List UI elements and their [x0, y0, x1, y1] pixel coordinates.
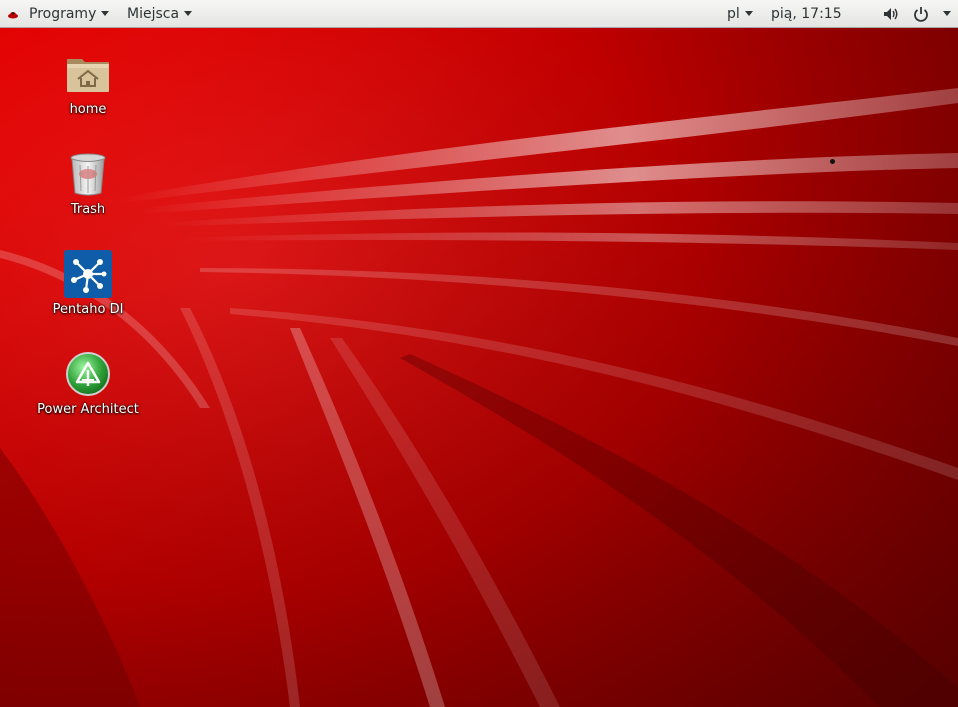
desktop-icon-pentaho-di[interactable]: Pentaho DI [28, 250, 148, 317]
clock-label: pią, 17:15 [771, 6, 842, 22]
desktop-icon-power-architect[interactable]: Power Architect [28, 350, 148, 417]
top-panel: Programy Miejsca pl pią, 17:15 [0, 0, 958, 28]
desktop-icon-label: home [69, 102, 107, 117]
keyboard-layout-menu[interactable]: pl [727, 0, 753, 28]
trash-icon [70, 153, 106, 196]
applications-menu[interactable]: Programy [29, 0, 110, 28]
desktop-screen: Programy Miejsca pl pią, 17:15 home Tras… [0, 0, 958, 707]
chevron-down-icon[interactable] [943, 11, 951, 16]
desktop-icon-trash[interactable]: Trash [28, 150, 148, 217]
clock[interactable]: pią, 17:15 [771, 0, 842, 28]
desktop-icon-label: Trash [70, 202, 106, 217]
chevron-down-icon [744, 11, 753, 16]
desktop-icon-label: Pentaho DI [52, 302, 124, 317]
places-menu[interactable]: Miejsca [127, 0, 193, 28]
pentaho-di-icon [64, 250, 112, 298]
desktop-icon-label: Power Architect [37, 402, 139, 417]
keyboard-layout-label: pl [727, 6, 740, 22]
power-architect-icon [66, 352, 110, 396]
desktop-icon-home[interactable]: home [28, 50, 148, 117]
chevron-down-icon [101, 11, 110, 16]
redhat-logo-icon [8, 12, 18, 19]
volume-icon[interactable] [883, 6, 899, 22]
applications-menu-label: Programy [29, 6, 97, 22]
chevron-down-icon [184, 11, 193, 16]
power-icon[interactable] [913, 6, 929, 22]
mouse-pointer [830, 159, 835, 164]
home-folder-icon [67, 59, 109, 92]
places-menu-label: Miejsca [127, 6, 180, 22]
